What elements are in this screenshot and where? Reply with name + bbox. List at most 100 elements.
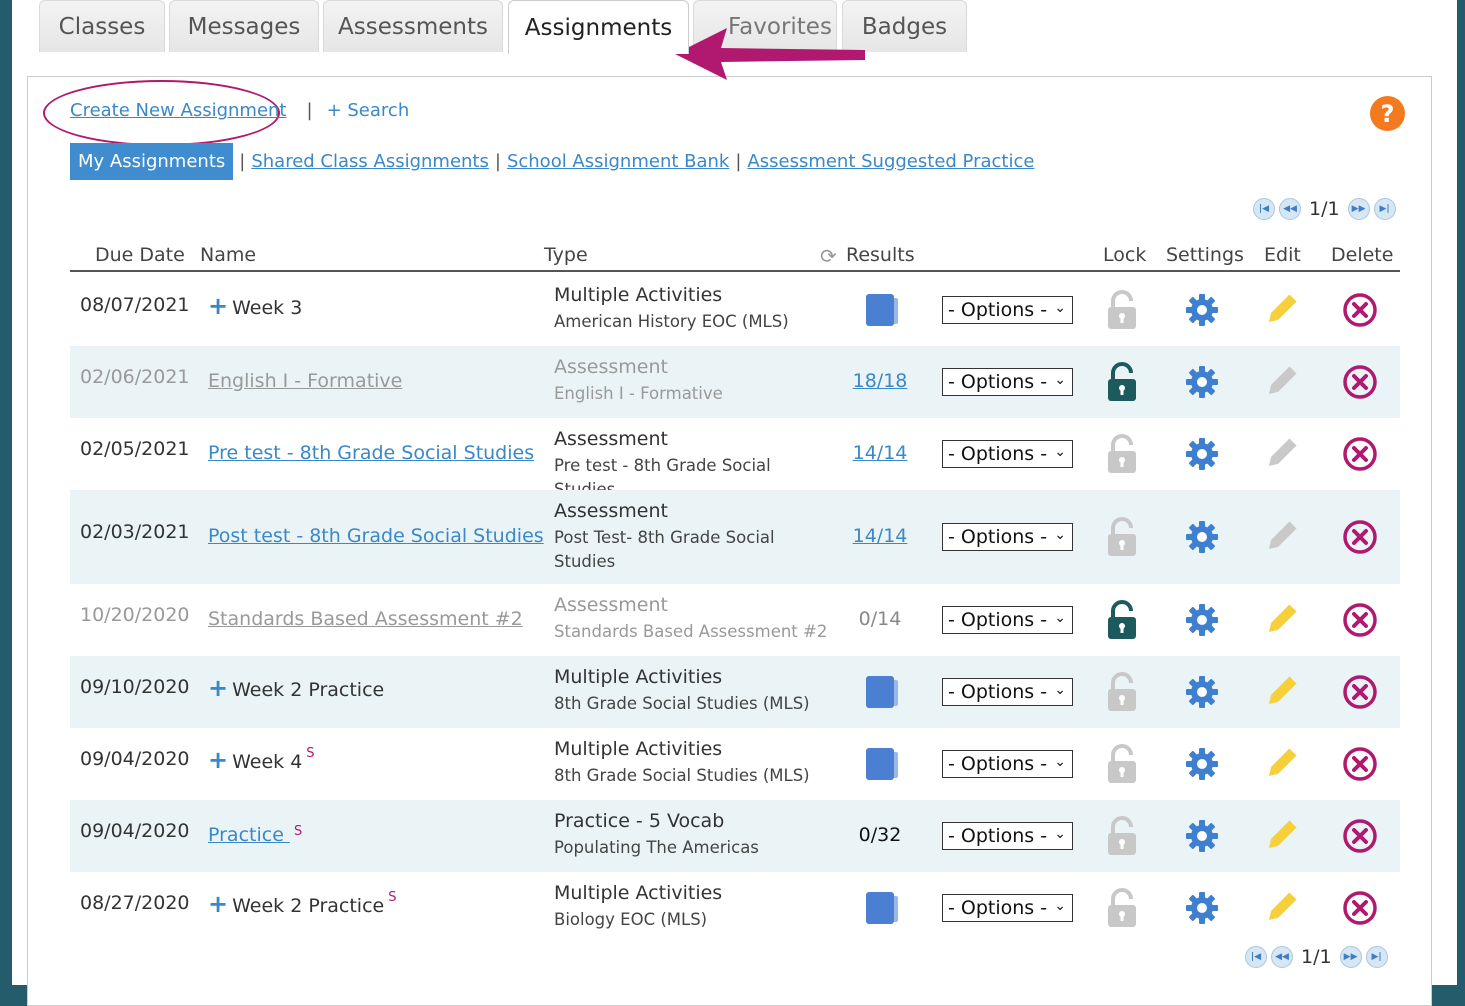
- delete-icon[interactable]: [1342, 519, 1378, 560]
- gear-icon[interactable]: [1184, 519, 1220, 560]
- assignment-name[interactable]: + Week 2 Practice S: [208, 890, 397, 918]
- prev-page-icon[interactable]: ◀◀: [1271, 946, 1293, 968]
- first-page-icon[interactable]: |◀: [1253, 198, 1275, 220]
- lock-closed-icon[interactable]: [1106, 362, 1138, 407]
- last-page-icon[interactable]: ▶|: [1365, 946, 1388, 968]
- create-assignment-link[interactable]: Create New Assignment: [70, 100, 287, 121]
- assignment-name[interactable]: English I - Formative: [208, 370, 402, 392]
- subnav-suggested-practice[interactable]: Assessment Suggested Practice: [747, 151, 1034, 172]
- assignment-name[interactable]: + Week 2 Practice: [208, 674, 384, 702]
- pencil-icon[interactable]: [1263, 364, 1299, 405]
- tab-messages[interactable]: Messages: [169, 0, 319, 52]
- assignment-name-link[interactable]: Standards Based Assessment #2: [208, 608, 523, 630]
- pencil-icon[interactable]: [1263, 890, 1299, 931]
- prev-page-icon[interactable]: ◀◀: [1279, 198, 1301, 220]
- book-icon[interactable]: [840, 676, 920, 713]
- assignment-name[interactable]: + Week 3: [208, 292, 302, 320]
- tab-classes[interactable]: Classes: [39, 0, 165, 52]
- first-page-icon[interactable]: |◀: [1245, 946, 1267, 968]
- delete-icon[interactable]: [1342, 818, 1378, 859]
- gear-icon[interactable]: [1184, 602, 1220, 643]
- assignment-type: Multiple Activities 8th Grade Social Stud…: [554, 666, 829, 716]
- pencil-icon[interactable]: [1263, 674, 1299, 715]
- expand-plus-icon[interactable]: +: [208, 292, 228, 320]
- subnav-school-bank[interactable]: School Assignment Bank: [507, 151, 729, 172]
- assignment-name-link[interactable]: Practice: [208, 824, 290, 846]
- delete-icon[interactable]: [1342, 746, 1378, 787]
- assignment-type: Multiple Activities 8th Grade Social Stud…: [554, 738, 829, 788]
- table-row: 09/04/2020 Practice S Practice - 5 Vocab Po…: [70, 800, 1400, 872]
- next-page-icon[interactable]: ▶▶: [1339, 946, 1362, 968]
- expand-plus-icon[interactable]: +: [208, 746, 228, 774]
- gear-icon[interactable]: [1184, 436, 1220, 477]
- results-value[interactable]: 14/14: [840, 442, 920, 464]
- options-select[interactable]: - Options - ⌄: [942, 440, 1073, 468]
- options-select[interactable]: - Options - ⌄: [942, 606, 1073, 634]
- tab-assignments[interactable]: Assignments: [508, 0, 689, 54]
- lock-open-icon[interactable]: [1106, 744, 1138, 789]
- assignment-type: Assessment Post Test- 8th Grade Social St…: [554, 500, 829, 574]
- gear-icon[interactable]: [1184, 292, 1220, 333]
- refresh-icon[interactable]: ⟳: [820, 244, 837, 268]
- assignment-name[interactable]: Pre test - 8th Grade Social Studies: [208, 442, 534, 464]
- lock-closed-icon[interactable]: [1106, 600, 1138, 645]
- gear-icon[interactable]: [1184, 674, 1220, 715]
- table-row: 02/03/2021 Post test - 8th Grade Social S…: [70, 490, 1400, 584]
- results-value[interactable]: 18/18: [840, 370, 920, 392]
- options-select[interactable]: - Options - ⌄: [942, 296, 1073, 324]
- help-icon[interactable]: ?: [1370, 96, 1405, 131]
- assignment-name[interactable]: + Week 4S: [208, 746, 315, 774]
- options-select[interactable]: - Options - ⌄: [942, 750, 1073, 778]
- expand-plus-icon[interactable]: +: [208, 890, 228, 918]
- gear-icon[interactable]: [1184, 364, 1220, 405]
- assignment-name[interactable]: Post test - 8th Grade Social Studies: [208, 525, 544, 547]
- last-page-icon[interactable]: ▶|: [1373, 198, 1396, 220]
- options-select[interactable]: - Options - ⌄: [942, 523, 1073, 551]
- delete-icon[interactable]: [1342, 674, 1378, 715]
- expand-plus-icon[interactable]: +: [208, 674, 228, 702]
- col-type[interactable]: Type: [544, 244, 588, 266]
- results-value[interactable]: 14/14: [840, 525, 920, 547]
- lock-open-icon[interactable]: [1106, 672, 1138, 717]
- delete-icon[interactable]: [1342, 436, 1378, 477]
- subnav-my-assignments[interactable]: My Assignments: [70, 143, 234, 180]
- assignment-name-link[interactable]: Post test - 8th Grade Social Studies: [208, 525, 544, 547]
- delete-icon[interactable]: [1342, 602, 1378, 643]
- pencil-icon[interactable]: [1263, 292, 1299, 333]
- col-name[interactable]: Name: [200, 244, 256, 266]
- delete-icon[interactable]: [1342, 292, 1378, 333]
- gear-icon[interactable]: [1184, 746, 1220, 787]
- lock-open-icon[interactable]: [1106, 434, 1138, 479]
- lock-open-icon[interactable]: [1106, 517, 1138, 562]
- gear-icon[interactable]: [1184, 890, 1220, 931]
- lock-open-icon[interactable]: [1106, 888, 1138, 933]
- pager-bottom: |◀ ◀◀ 1/1 ▶▶ ▶|: [1245, 946, 1388, 968]
- subnav-shared-class[interactable]: Shared Class Assignments: [251, 151, 489, 172]
- book-icon[interactable]: [840, 748, 920, 785]
- delete-icon[interactable]: [1342, 890, 1378, 931]
- pencil-icon[interactable]: [1263, 436, 1299, 477]
- due-date: 09/10/2020: [80, 676, 190, 698]
- pencil-icon[interactable]: [1263, 602, 1299, 643]
- assignment-name-link[interactable]: Pre test - 8th Grade Social Studies: [208, 442, 534, 464]
- search-link[interactable]: + Search: [327, 100, 410, 121]
- col-due-date[interactable]: Due Date: [95, 244, 185, 266]
- lock-open-icon[interactable]: [1106, 290, 1138, 335]
- assignment-name-link[interactable]: English I - Formative: [208, 370, 402, 392]
- book-icon[interactable]: [840, 294, 920, 331]
- options-select[interactable]: - Options - ⌄: [942, 368, 1073, 396]
- book-icon[interactable]: [840, 892, 920, 929]
- gear-icon[interactable]: [1184, 818, 1220, 859]
- delete-icon[interactable]: [1342, 364, 1378, 405]
- assignment-name[interactable]: Standards Based Assessment #2: [208, 608, 523, 630]
- lock-open-icon[interactable]: [1106, 816, 1138, 861]
- next-page-icon[interactable]: ▶▶: [1347, 198, 1370, 220]
- tab-assessments[interactable]: Assessments: [323, 0, 503, 52]
- pencil-icon[interactable]: [1263, 519, 1299, 560]
- options-select[interactable]: - Options - ⌄: [942, 894, 1073, 922]
- pencil-icon[interactable]: [1263, 746, 1299, 787]
- pencil-icon[interactable]: [1263, 818, 1299, 859]
- options-select[interactable]: - Options - ⌄: [942, 822, 1073, 850]
- assignment-name[interactable]: Practice S: [208, 824, 302, 846]
- options-select[interactable]: - Options - ⌄: [942, 678, 1073, 706]
